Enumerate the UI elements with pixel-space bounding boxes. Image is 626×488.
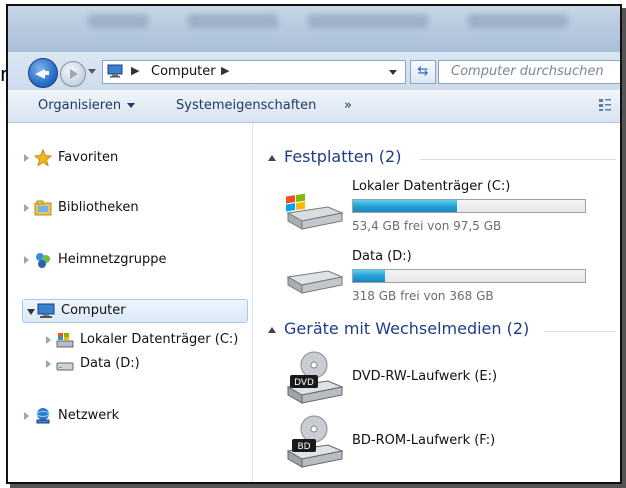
- nav-item-network[interactable]: Netzwerk: [24, 405, 224, 427]
- chevron-down-icon: [127, 103, 136, 108]
- dvd-badge: DVD: [294, 378, 314, 388]
- command-bar: Organisieren Systemeigenschaften »: [8, 90, 620, 123]
- nav-item-libraries[interactable]: Bibliotheken: [24, 197, 224, 219]
- system-drive-icon: [286, 193, 344, 230]
- hard-drive-icon: [56, 362, 74, 371]
- expand-arrow-icon[interactable]: [46, 360, 51, 368]
- nav-label-data-disk: Data (D:): [80, 356, 140, 371]
- breadcrumb-computer[interactable]: Computer: [151, 64, 216, 79]
- search-input[interactable]: Computer durchsuchen: [438, 60, 620, 84]
- capacity-bar-fill: [353, 200, 458, 212]
- libraries-icon: [34, 200, 52, 216]
- nav-item-local-disk[interactable]: Lokaler Datenträger (C:): [46, 329, 246, 351]
- drive-name: DVD-RW-Laufwerk (E:): [352, 369, 498, 384]
- back-button[interactable]: [28, 58, 58, 88]
- nav-label-libraries: Bibliotheken: [58, 200, 139, 215]
- address-dropdown-icon[interactable]: [389, 70, 397, 75]
- bd-drive-icon: BD: [286, 415, 344, 468]
- computer-icon: [107, 64, 123, 78]
- address-bar[interactable]: ▶ Computer ▶: [102, 60, 406, 84]
- more-commands-button[interactable]: »: [344, 98, 352, 113]
- system-drive-icon: [56, 333, 74, 348]
- recent-pages-dropdown[interactable]: [88, 69, 96, 74]
- drive-name: Lokaler Datenträger (C:): [352, 179, 511, 194]
- capacity-bar: [352, 269, 586, 283]
- expand-arrow-icon[interactable]: [24, 204, 29, 212]
- collapse-group-icon: [268, 154, 276, 161]
- change-view-icon[interactable]: [598, 98, 612, 112]
- nav-label-homegroup: Heimnetzgruppe: [58, 252, 167, 267]
- title-bar: [8, 6, 620, 52]
- dvd-drive-icon: DVD: [286, 351, 344, 404]
- group-header-label: Geräte mit Wechselmedien (2): [284, 319, 530, 338]
- drive-item-c[interactable]: Lokaler Datenträger (C:) 53,4 GB frei vo…: [282, 179, 612, 241]
- nav-label-computer: Computer: [61, 303, 126, 318]
- expand-arrow-icon[interactable]: [46, 336, 51, 344]
- nav-label-favorites: Favoriten: [58, 150, 119, 165]
- nav-label-local-disk: Lokaler Datenträger (C:): [80, 332, 239, 347]
- group-header-removable[interactable]: Geräte mit Wechselmedien (2): [268, 319, 529, 338]
- drive-name: Data (D:): [352, 249, 412, 264]
- computer-icon: [37, 303, 55, 318]
- navigation-pane: Favoriten Bibliotheken Heimnetzgruppe Co…: [8, 123, 253, 482]
- explorer-window: ▶ Computer ▶ ⇆ Computer durchsuchen Orga…: [6, 4, 622, 484]
- content-pane: Festplatten (2) Lokaler Datenträger (C:)…: [254, 123, 620, 482]
- breadcrumb-chevron-icon[interactable]: ▶: [131, 64, 139, 77]
- organize-button[interactable]: Organisieren: [38, 98, 136, 113]
- forward-button[interactable]: [60, 61, 86, 87]
- organize-label: Organisieren: [38, 98, 122, 113]
- refresh-button[interactable]: ⇆: [410, 60, 436, 84]
- nav-item-computer[interactable]: Computer: [22, 299, 248, 323]
- nav-item-favorites[interactable]: Favoriten: [24, 147, 224, 169]
- nav-label-network: Netzwerk: [58, 408, 120, 423]
- collapse-arrow-icon[interactable]: [27, 309, 35, 315]
- address-row: ▶ Computer ▶ ⇆ Computer durchsuchen: [8, 52, 620, 90]
- group-header-hard-drives[interactable]: Festplatten (2): [268, 147, 401, 166]
- expand-arrow-icon[interactable]: [24, 412, 29, 420]
- hard-drive-icon: [286, 270, 344, 294]
- group-divider: [420, 159, 616, 160]
- nav-item-data-disk[interactable]: Data (D:): [46, 353, 246, 375]
- drive-item-e[interactable]: DVD DVD-RW-Laufwerk (E:): [284, 349, 614, 407]
- free-space-text: 318 GB frei von 368 GB: [352, 289, 494, 303]
- collapse-group-icon: [268, 326, 276, 333]
- expand-arrow-icon[interactable]: [24, 256, 29, 264]
- group-header-label: Festplatten (2): [284, 147, 402, 166]
- drive-name: BD-ROM-Laufwerk (F:): [352, 433, 496, 448]
- nav-item-homegroup[interactable]: Heimnetzgruppe: [24, 249, 224, 271]
- breadcrumb-chevron-icon[interactable]: ▶: [221, 64, 229, 77]
- capacity-bar-fill: [353, 270, 386, 282]
- drive-item-f[interactable]: BD BD-ROM-Laufwerk (F:): [284, 413, 614, 471]
- expand-arrow-icon[interactable]: [24, 154, 29, 162]
- homegroup-icon: [36, 253, 50, 268]
- search-placeholder: Computer durchsuchen: [451, 64, 604, 79]
- system-properties-button[interactable]: Systemeigenschaften: [176, 98, 316, 113]
- network-icon: [36, 408, 50, 424]
- drive-item-d[interactable]: Data (D:) 318 GB frei von 368 GB: [282, 249, 612, 311]
- free-space-text: 53,4 GB frei von 97,5 GB: [352, 219, 502, 233]
- bd-badge: BD: [297, 442, 310, 452]
- capacity-bar: [352, 199, 586, 213]
- star-icon: [34, 149, 52, 167]
- group-divider: [544, 331, 616, 332]
